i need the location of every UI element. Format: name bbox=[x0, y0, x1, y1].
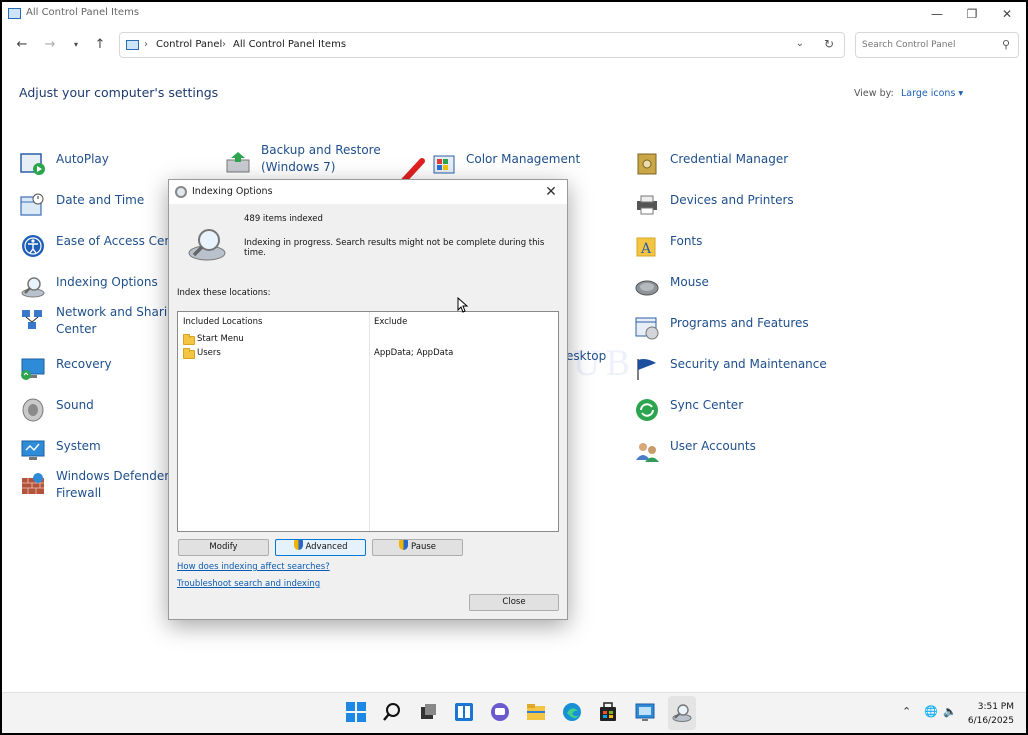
breadcrumb-all-items[interactable]: All Control Panel Items bbox=[233, 39, 346, 50]
chevron-down-icon[interactable]: ⌄ bbox=[796, 38, 804, 49]
svg-text:A: A bbox=[640, 241, 652, 257]
indexing-magnifier-icon bbox=[188, 229, 226, 261]
address-bar[interactable]: › Control Panel › All Control Panel Item… bbox=[119, 32, 845, 58]
locations-label: Index these locations: bbox=[177, 288, 271, 298]
dialog-title-bar: Indexing Options ✕ bbox=[169, 180, 567, 204]
forward-icon[interactable]: → bbox=[41, 36, 59, 54]
recovery-icon bbox=[21, 358, 45, 380]
task-view-icon[interactable] bbox=[417, 701, 439, 723]
programs-icon bbox=[635, 317, 659, 340]
autoplay-icon bbox=[20, 153, 45, 175]
advanced-button[interactable]: Advanced bbox=[275, 539, 366, 556]
clock[interactable]: 3:51 PM 6/16/2025 bbox=[968, 700, 1014, 728]
indexing-options-dialog: Indexing Options ✕ 489 items indexed Ind… bbox=[168, 179, 568, 620]
indexing-status: Indexing in progress. Search results mig… bbox=[244, 238, 545, 258]
control-panel-icon bbox=[126, 40, 139, 50]
taskbar: ⌃ 🌐 🔈 3:51 PM 6/16/2025 bbox=[2, 692, 1026, 733]
search-icon[interactable] bbox=[381, 701, 403, 723]
item-user-accounts[interactable]: User Accounts bbox=[634, 435, 824, 469]
maximize-button[interactable]: ❐ bbox=[957, 5, 987, 23]
folder-icon bbox=[183, 334, 195, 345]
ease-of-access-icon bbox=[22, 235, 44, 257]
item-mouse[interactable]: Mouse bbox=[634, 271, 824, 305]
system-monitor-icon bbox=[21, 440, 45, 460]
start-icon[interactable] bbox=[345, 701, 367, 723]
navigation-bar: ← → ▾ ↑ › Control Panel › All Control Pa… bbox=[2, 28, 1026, 64]
chevron-up-icon[interactable]: ⌃ bbox=[902, 705, 911, 718]
color-management-icon bbox=[433, 155, 455, 174]
clock-date: 6/16/2025 bbox=[967, 716, 1014, 726]
recent-locations-icon[interactable]: ▾ bbox=[67, 36, 85, 54]
column-header-included[interactable]: Included Locations bbox=[183, 317, 262, 327]
title-bar: All Control Panel Items — ❐ ✕ bbox=[2, 2, 1026, 26]
back-icon[interactable]: ← bbox=[13, 36, 31, 54]
edge-browser-icon[interactable] bbox=[561, 701, 583, 723]
widgets-icon[interactable] bbox=[453, 701, 475, 723]
clock-time: 3:51 PM bbox=[977, 702, 1014, 712]
search-icon[interactable]: ⚲ bbox=[1002, 38, 1010, 51]
dialog-close-icon[interactable]: ✕ bbox=[541, 182, 561, 202]
mouse-cursor-icon bbox=[457, 297, 469, 313]
network-icon bbox=[22, 310, 42, 329]
indexing-magnifier-icon bbox=[21, 277, 45, 298]
modify-button[interactable]: Modify bbox=[178, 539, 269, 556]
column-header-exclude[interactable]: Exclude bbox=[374, 317, 407, 327]
item-programs-and-features[interactable]: Programs and Features bbox=[634, 312, 824, 346]
list-item[interactable]: Users bbox=[183, 348, 368, 360]
exclude-value: AppData; AppData bbox=[374, 348, 454, 358]
window-title: All Control Panel Items bbox=[26, 7, 140, 18]
dialog-title: Indexing Options bbox=[192, 186, 273, 197]
control-panel-taskbar-icon[interactable] bbox=[634, 701, 656, 723]
pause-button[interactable]: Pause bbox=[372, 539, 463, 556]
shield-icon bbox=[399, 540, 408, 550]
shield-icon bbox=[293, 540, 303, 550]
calendar-clock-icon bbox=[20, 193, 44, 216]
indexing-options-taskbar-icon[interactable] bbox=[671, 701, 693, 723]
view-by-label: View by: bbox=[854, 88, 894, 99]
item-fonts[interactable]: A Fonts bbox=[634, 230, 824, 264]
security-flag-icon bbox=[637, 359, 656, 380]
firewall-icon bbox=[22, 473, 44, 494]
credential-vault-icon bbox=[637, 153, 657, 175]
troubleshoot-link[interactable]: Troubleshoot search and indexing bbox=[177, 579, 320, 589]
control-panel-window: All Control Panel Items — ❐ ✕ ← → ▾ ↑ › … bbox=[0, 0, 1028, 735]
fonts-folder-icon: A bbox=[636, 237, 656, 257]
user-accounts-icon bbox=[636, 443, 659, 462]
column-divider bbox=[369, 312, 370, 531]
volume-icon[interactable]: 🔈 bbox=[943, 705, 957, 718]
indexing-icon bbox=[175, 186, 187, 198]
backup-icon bbox=[226, 152, 250, 173]
sync-icon bbox=[636, 399, 658, 421]
minimize-button[interactable]: — bbox=[922, 5, 952, 23]
speaker-icon bbox=[22, 398, 44, 422]
folder-icon bbox=[183, 348, 195, 359]
item-security-and-maintenance[interactable]: Security and Maintenance bbox=[634, 353, 827, 387]
view-by-dropdown[interactable]: Large icons ▾ bbox=[901, 88, 963, 99]
item-credential-manager[interactable]: Credential Manager bbox=[634, 148, 824, 182]
printer-icon bbox=[637, 195, 657, 215]
close-window-button[interactable]: ✕ bbox=[992, 5, 1022, 23]
store-icon[interactable] bbox=[597, 701, 619, 723]
item-color-management[interactable]: Color Management bbox=[430, 148, 620, 182]
search-input[interactable] bbox=[862, 38, 992, 52]
refresh-icon[interactable]: ↻ bbox=[824, 37, 834, 51]
item-autoplay[interactable]: AutoPlay bbox=[20, 148, 210, 182]
item-sync-center[interactable]: Sync Center bbox=[634, 394, 824, 428]
mouse-icon bbox=[635, 280, 659, 296]
search-box[interactable]: ⚲ bbox=[855, 32, 1019, 58]
breadcrumb-control-panel[interactable]: Control Panel bbox=[156, 39, 222, 50]
close-button[interactable]: Close bbox=[469, 594, 559, 611]
page-title: Adjust your computer's settings bbox=[19, 85, 219, 100]
list-item[interactable]: Start Menu bbox=[183, 334, 368, 346]
locations-list[interactable]: Included Locations Exclude Start Menu Us… bbox=[177, 311, 559, 532]
up-icon[interactable]: ↑ bbox=[91, 36, 109, 54]
control-panel-icon bbox=[8, 8, 21, 19]
file-explorer-icon[interactable] bbox=[525, 701, 547, 723]
item-devices-and-printers[interactable]: Devices and Printers bbox=[634, 189, 824, 223]
items-indexed-count: 489 items indexed bbox=[244, 214, 323, 224]
globe-icon[interactable]: 🌐 bbox=[924, 705, 938, 718]
how-indexing-link[interactable]: How does indexing affect searches? bbox=[177, 562, 330, 572]
chat-icon[interactable] bbox=[489, 701, 511, 723]
